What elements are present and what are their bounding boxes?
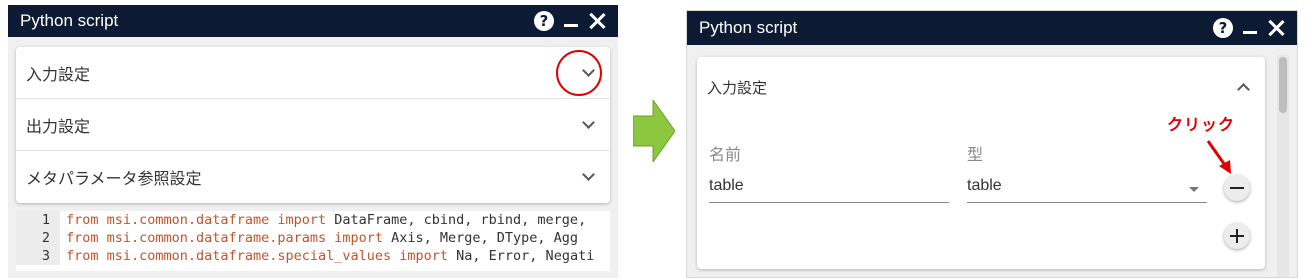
code-line: 3 from msi.common.dataframe.special_valu… <box>16 247 610 265</box>
code-editor[interactable]: 1 from msi.common.dataframe import DataF… <box>16 211 610 271</box>
code-text: DataFrame, cbind, rbind, merge, <box>334 212 587 228</box>
remove-row-button[interactable] <box>1224 175 1250 201</box>
type-label: 型 <box>967 147 984 164</box>
minimize-icon[interactable] <box>564 13 578 29</box>
close-icon[interactable] <box>1267 19 1285 37</box>
close-icon[interactable] <box>588 12 606 30</box>
code-keyword: import <box>269 212 335 228</box>
code-keyword: from msi. <box>66 212 140 228</box>
line-number: 1 <box>16 211 60 229</box>
code-keyword: import <box>391 248 457 264</box>
chevron-up-icon[interactable] <box>1237 81 1249 93</box>
add-row-button[interactable] <box>1224 223 1250 249</box>
section-output-settings[interactable]: 出力設定 <box>16 99 610 151</box>
section-label: 入力設定 <box>707 79 768 97</box>
section-input-settings[interactable]: 入力設定 <box>697 57 1265 117</box>
remove-icon <box>1230 187 1244 189</box>
title-bar: Python script ? <box>687 11 1297 45</box>
line-number: 2 <box>16 229 60 247</box>
section-label: メタパラメータ参照設定 <box>26 171 202 188</box>
code-keyword: from msi. <box>66 248 140 264</box>
code-module: common.dataframe <box>139 212 270 228</box>
title-bar: Python script ? <box>8 5 618 37</box>
help-icon[interactable]: ? <box>1213 18 1233 38</box>
panel-title: Python script <box>20 11 119 30</box>
code-text: Na, Error, Negati <box>456 248 595 264</box>
click-annotation: クリック <box>1167 117 1236 134</box>
code-keyword: import <box>326 230 392 246</box>
help-icon[interactable]: ? <box>534 11 554 31</box>
section-label: 入力設定 <box>26 66 91 84</box>
line-number: 3 <box>16 247 60 265</box>
highlight-circle <box>556 50 602 96</box>
type-select[interactable]: table <box>967 175 1207 203</box>
section-input-settings[interactable]: 入力設定 <box>16 47 610 99</box>
chevron-down-icon[interactable] <box>582 119 594 131</box>
input-settings-card: 入力設定 名前 型 table table <box>697 57 1265 269</box>
code-text: Axis, Merge, DType, Agg <box>391 230 579 246</box>
section-label: 出力設定 <box>26 118 91 136</box>
code-keyword: from msi. <box>66 230 140 246</box>
scrollbar-thumb[interactable] <box>1279 57 1287 113</box>
code-line: 1 from msi.common.dataframe import DataF… <box>16 211 610 229</box>
minimize-icon[interactable] <box>1243 20 1257 36</box>
code-module: common.dataframe.params <box>139 230 327 246</box>
name-field[interactable]: table <box>709 175 949 203</box>
settings-accordion: 入力設定 出力設定 メタパラメータ参照設定 <box>16 47 610 203</box>
python-script-panel-before: Python script ? 入力設定 出力設定 メタパラメータ参照設定 1 … <box>8 5 618 278</box>
dropdown-arrow-icon[interactable] <box>1189 187 1199 192</box>
code-module: common.dataframe.special_values <box>139 248 392 264</box>
scrollbar[interactable] <box>1277 55 1289 277</box>
section-metaparam-settings[interactable]: メタパラメータ参照設定 <box>16 151 610 203</box>
pointer-arrow-icon <box>1206 140 1231 174</box>
panel-title: Python script <box>699 18 798 37</box>
chevron-down-icon[interactable] <box>582 171 594 183</box>
code-line: 2 from msi.common.dataframe.params impor… <box>16 229 610 247</box>
name-label: 名前 <box>709 147 742 164</box>
next-step-arrow-icon <box>633 100 675 162</box>
add-icon <box>1230 229 1244 243</box>
